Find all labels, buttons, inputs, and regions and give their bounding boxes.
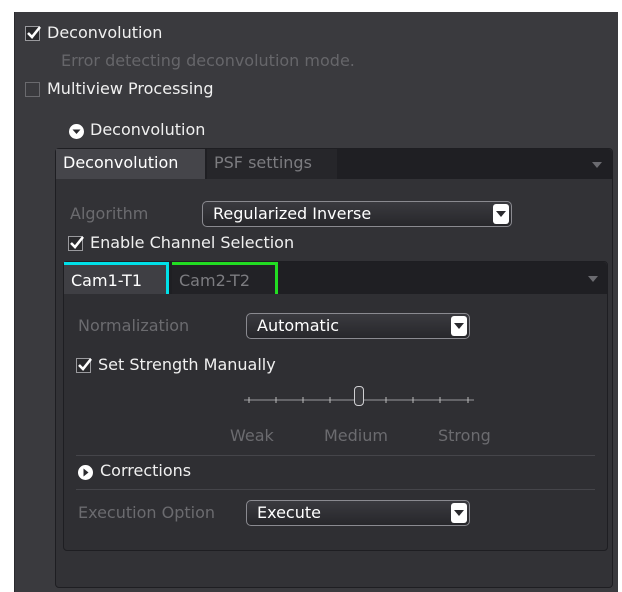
tab-cam1-t1[interactable]: Cam1-T1 — [64, 262, 169, 294]
deconvolution-error-text: Error detecting deconvolution mode. — [61, 51, 355, 70]
tab-deconvolution[interactable]: Deconvolution — [56, 149, 205, 179]
corrections-label: Corrections — [100, 461, 192, 480]
algorithm-value: Regularized Inverse — [213, 204, 372, 223]
checkmark-icon — [70, 236, 85, 249]
dropdown-arrow-icon — [493, 204, 509, 224]
tab-cam2-t2[interactable]: Cam2-T2 — [172, 262, 278, 294]
execution-option-value: Execute — [257, 503, 321, 522]
execution-option-label: Execution Option — [78, 503, 215, 522]
multiview-processing-checkbox[interactable] — [25, 82, 40, 97]
expand-chevron-icon[interactable] — [78, 465, 93, 480]
checkmark-icon — [78, 358, 93, 371]
tab-overflow-arrow-icon[interactable] — [592, 162, 602, 168]
execution-option-select[interactable]: Execute — [246, 500, 470, 526]
deconvolution-checkbox-label: Deconvolution — [47, 23, 163, 42]
slider-label-weak: Weak — [230, 426, 274, 445]
normalization-label: Normalization — [78, 316, 190, 335]
normalization-value: Automatic — [257, 316, 340, 335]
dropdown-arrow-icon — [451, 503, 467, 523]
channel-tab-overflow-arrow-icon[interactable] — [588, 276, 598, 282]
set-strength-label: Set Strength Manually — [98, 355, 276, 374]
slider-label-medium: Medium — [324, 426, 388, 445]
collapse-chevron-icon[interactable] — [69, 124, 84, 139]
divider — [76, 455, 595, 456]
dropdown-arrow-icon — [451, 316, 467, 336]
tab-psf-settings[interactable]: PSF settings — [207, 149, 337, 179]
enable-channel-selection-label: Enable Channel Selection — [90, 233, 295, 252]
checkmark-icon — [27, 26, 42, 39]
normalization-select[interactable]: Automatic — [246, 313, 470, 339]
set-strength-checkbox[interactable] — [76, 358, 93, 373]
deconvolution-checkbox[interactable] — [25, 26, 42, 41]
algorithm-label: Algorithm — [70, 204, 149, 223]
deconvolution-settings-window: Deconvolution Error detecting deconvolut… — [14, 12, 618, 592]
strength-slider[interactable] — [244, 382, 474, 412]
slider-thumb[interactable] — [353, 386, 364, 406]
deconvolution-panel: Deconvolution PSF settings Algorithm Reg… — [55, 148, 613, 588]
enable-channel-selection-checkbox[interactable] — [68, 236, 85, 251]
multiview-processing-label: Multiview Processing — [47, 79, 214, 98]
slider-label-strong: Strong — [438, 426, 491, 445]
algorithm-select[interactable]: Regularized Inverse — [202, 201, 512, 227]
channel-panel: Cam1-T1 Cam2-T2 Normalization Automatic … — [63, 261, 608, 551]
section-title: Deconvolution — [90, 120, 206, 139]
divider — [76, 489, 595, 490]
